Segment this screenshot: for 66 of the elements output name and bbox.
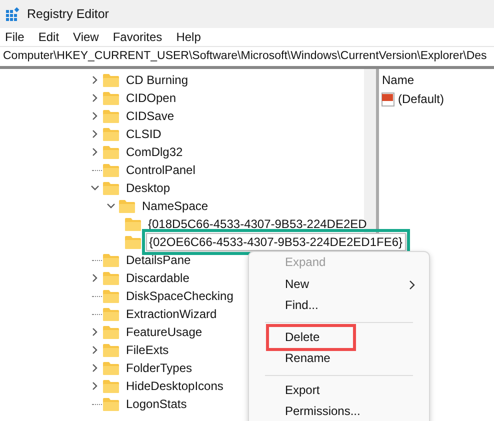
tree-item[interactable]: CIDSave — [124, 108, 176, 124]
menu-item[interactable]: Favorites — [112, 30, 170, 44]
chevron-icon[interactable] — [90, 327, 100, 337]
chevron-icon[interactable] — [90, 111, 100, 121]
value-name[interactable]: (Default) — [398, 92, 444, 106]
folder-icon — [103, 164, 119, 176]
folder-icon — [103, 380, 119, 392]
folder-icon — [125, 236, 141, 248]
tree-item[interactable]: CIDOpen — [124, 90, 178, 106]
tree-item[interactable]: ControlPanel — [124, 162, 198, 178]
chevron-icon[interactable] — [90, 93, 100, 103]
tree-item[interactable]: FileExts — [124, 342, 171, 358]
folder-icon — [103, 254, 119, 266]
registry-icon — [6, 7, 20, 21]
folder-icon — [103, 110, 119, 122]
tree-item[interactable]: Desktop — [124, 180, 172, 196]
folder-icon — [103, 74, 119, 86]
tree-item[interactable]: DetailsPane — [124, 252, 193, 268]
menu-option[interactable]: New — [249, 274, 409, 295]
folder-icon — [103, 362, 119, 374]
menu-option[interactable]: Rename — [249, 348, 409, 370]
chevron-icon[interactable] — [106, 201, 116, 211]
tree-item[interactable]: CD Burning — [124, 72, 190, 88]
tree-item[interactable]: {018D5C66-4533-4307-9B53-224DE2ED — [146, 216, 369, 232]
chevron-icon[interactable] — [90, 147, 100, 157]
folder-icon — [103, 272, 119, 284]
menu-item[interactable]: Help — [175, 30, 208, 44]
chevron-icon[interactable] — [90, 129, 100, 139]
tree-item[interactable]: HideDesktopIcons — [124, 378, 226, 394]
chevron-icon[interactable] — [90, 75, 100, 85]
folder-icon — [103, 308, 119, 320]
window-title: Registry Editor — [27, 7, 109, 21]
folder-icon — [125, 218, 141, 230]
address-bar[interactable]: Computer\HKEY_CURRENT_USER\Software\Microsoft\Windows\CurrentVersion\Explorer\Des — [0, 46, 494, 69]
column-header[interactable]: Name — [381, 69, 494, 89]
folder-icon — [119, 200, 135, 212]
menu-item[interactable]: View — [72, 30, 106, 44]
folder-icon — [103, 398, 119, 410]
tree-item[interactable]: ComDlg32 — [124, 144, 185, 160]
chevron-icon[interactable] — [90, 345, 100, 355]
tree-item[interactable]: Discardable — [124, 270, 192, 286]
folder-icon — [103, 92, 119, 104]
menu-option[interactable]: Export — [249, 380, 409, 401]
tree-item[interactable]: ExtractionWizard — [124, 306, 219, 322]
tree-item[interactable]: NameSpace — [140, 198, 210, 214]
tree-item[interactable]: FeatureUsage — [124, 324, 204, 340]
menu-option[interactable]: Delete — [269, 326, 353, 348]
tree-item[interactable]: LogonStats — [124, 396, 189, 412]
menu-item[interactable]: Edit — [37, 30, 66, 44]
folder-icon — [103, 290, 119, 302]
tree-item[interactable]: DiskSpaceChecking — [124, 288, 236, 304]
menu-option[interactable]: Permissions... — [249, 401, 409, 421]
chevron-icon[interactable] — [90, 273, 100, 283]
chevron-icon[interactable] — [90, 183, 100, 193]
menu-item[interactable]: File — [4, 30, 32, 44]
folder-icon — [103, 344, 119, 356]
folder-icon — [103, 146, 119, 158]
chevron-icon[interactable] — [90, 381, 100, 391]
folder-icon — [103, 182, 119, 194]
tree-item[interactable]: FolderTypes — [124, 360, 194, 376]
chevron-icon[interactable] — [90, 363, 100, 373]
string-value-icon — [381, 92, 395, 106]
folder-icon — [103, 326, 119, 338]
tree-item[interactable]: CLSID — [124, 126, 164, 142]
folder-icon — [103, 128, 119, 140]
menu-option[interactable]: Find... — [249, 295, 409, 316]
